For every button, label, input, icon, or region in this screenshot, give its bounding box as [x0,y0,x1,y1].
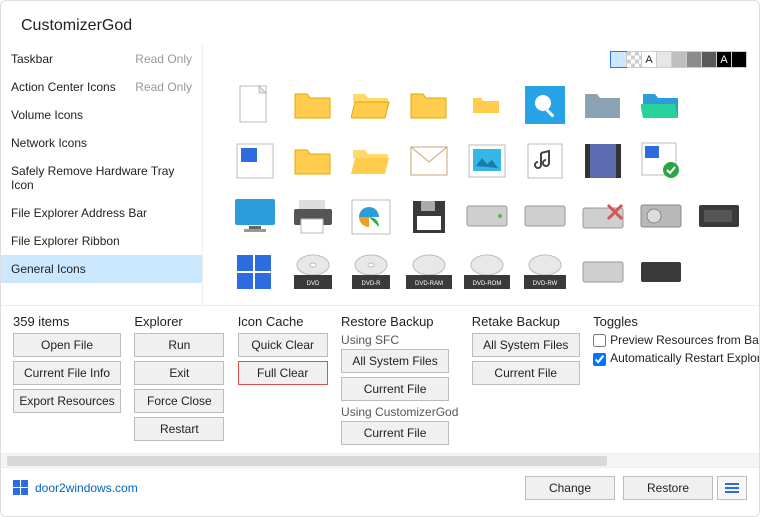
dvd-rom-icon[interactable]: DVD-ROM [463,251,511,295]
exit-button[interactable]: Exit [134,361,224,385]
drive-dark-icon[interactable] [637,251,685,295]
svg-text:DVD: DVD [307,281,320,287]
app-title: CustomizerGod [1,1,759,45]
menu-button[interactable] [717,476,747,500]
swatch-transparent[interactable] [626,52,641,67]
dvd-icon[interactable]: DVD [289,251,337,295]
sidebar-item-volume[interactable]: Volume Icons [1,101,202,129]
floppy-icon[interactable] [405,195,453,239]
folder-open-icon[interactable] [347,83,395,127]
drive-remove-icon[interactable] [579,195,627,239]
hamburger-icon [725,483,739,493]
auto-restart-toggle[interactable]: Automatically Restart Explorer [593,351,759,365]
sidebar-item-general-icons[interactable]: General Icons [1,255,202,283]
svg-text:DVD-RAM: DVD-RAM [415,281,443,287]
picture-icon[interactable] [463,139,511,183]
document-icon[interactable] [231,83,279,127]
preview-toggle[interactable]: Preview Resources from Backup [593,333,759,347]
retake-all-button[interactable]: All System Files [472,333,580,357]
dvd-r-icon[interactable]: DVD-R [347,251,395,295]
svg-text:DVD-ROM: DVD-ROM [473,281,502,287]
drive-icon[interactable] [579,251,627,295]
svg-text:DVD-RW: DVD-RW [533,281,558,287]
sidebar-item-action-center[interactable]: Action Center IconsRead Only [1,73,202,101]
sidebar-item-safely-remove[interactable]: Safely Remove Hardware Tray Icon [1,157,202,199]
open-file-button[interactable]: Open File [13,333,121,357]
icon-grid: DVD DVD-R DVD-RAM DVD-ROM DVD-RW [211,83,751,295]
app-window-icon[interactable] [231,139,279,183]
folder-blue-icon[interactable] [637,83,685,127]
main-area: TaskbarRead Only Action Center IconsRead… [1,45,759,305]
bottom-panel: 359 items Open File Current File Info Ex… [1,305,759,453]
sidebar-item-taskbar[interactable]: TaskbarRead Only [1,45,202,73]
windows-icon[interactable] [231,251,279,295]
hdd-icon[interactable] [637,195,685,239]
folder-open-icon[interactable] [347,139,395,183]
swatch[interactable] [686,52,701,67]
background-swatches[interactable]: A A [610,51,747,68]
full-clear-button[interactable]: Full Clear [238,361,328,385]
swatch-selected[interactable] [611,52,626,67]
icon-area: A A [203,45,759,305]
export-button[interactable]: Export Resources [13,389,121,413]
app-check-icon[interactable] [637,139,685,183]
monitor-icon[interactable] [231,195,279,239]
drive-icon[interactable] [521,195,569,239]
swatch[interactable] [701,52,716,67]
ssd-icon[interactable] [695,195,743,239]
website-link[interactable]: door2windows.com [13,480,138,496]
swatch[interactable] [671,52,686,67]
mail-icon[interactable] [405,139,453,183]
item-count: 359 items [13,314,121,329]
file-info-button[interactable]: Current File Info [13,361,121,385]
swatch-white-a[interactable]: A [641,52,656,67]
footer: door2windows.com Change Restore [1,467,759,508]
run-button[interactable]: Run [134,333,224,357]
music-icon[interactable] [521,139,569,183]
folder-icon[interactable] [289,139,337,183]
search-icon[interactable] [521,83,569,127]
dvd-rw-icon[interactable]: DVD-RW [521,251,569,295]
svg-text:DVD-R: DVD-R [362,281,382,287]
restore-all-sfc-button[interactable]: All System Files [341,349,449,373]
restore-current-god-button[interactable]: Current File [341,421,449,445]
video-icon[interactable] [579,139,627,183]
folder-gray-icon[interactable] [579,83,627,127]
swatch-black[interactable] [731,52,746,67]
force-close-button[interactable]: Force Close [134,389,224,413]
logo-icon [13,480,29,496]
restart-button[interactable]: Restart [134,417,224,441]
restore-current-sfc-button[interactable]: Current File [341,377,449,401]
horizontal-scrollbar[interactable] [1,453,759,467]
sidebar-item-address-bar[interactable]: File Explorer Address Bar [1,199,202,227]
printer-icon[interactable] [289,195,337,239]
sidebar-item-network[interactable]: Network Icons [1,129,202,157]
folder-icon[interactable] [405,83,453,127]
restore-button[interactable]: Restore [623,476,713,500]
drive-icon[interactable] [463,195,511,239]
folder-closed-icon[interactable] [289,83,337,127]
sidebar-item-ribbon[interactable]: File Explorer Ribbon [1,227,202,255]
change-button[interactable]: Change [525,476,615,500]
quick-clear-button[interactable]: Quick Clear [238,333,328,357]
swatch-black-a[interactable]: A [716,52,731,67]
folder-small-icon[interactable] [463,83,511,127]
dvd-ram-icon[interactable]: DVD-RAM [405,251,453,295]
retake-current-button[interactable]: Current File [472,361,580,385]
control-panel-icon[interactable] [347,195,395,239]
swatch[interactable] [656,52,671,67]
sidebar: TaskbarRead Only Action Center IconsRead… [1,45,203,305]
